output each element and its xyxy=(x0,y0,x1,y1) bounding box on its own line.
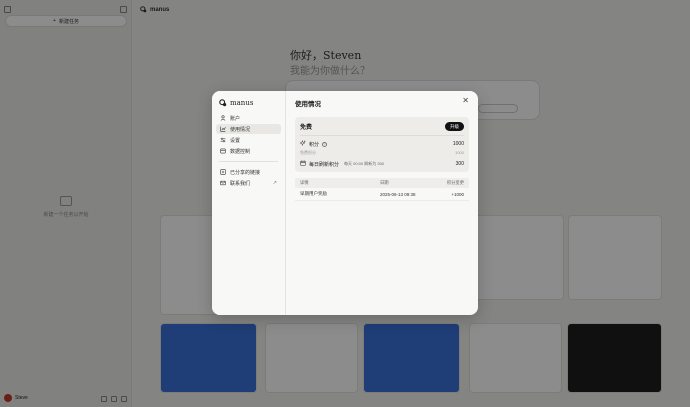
nav-item-shared-links[interactable]: 已分享的链接 xyxy=(216,167,281,177)
free-credits-value: 1000 xyxy=(455,150,464,155)
plan-divider xyxy=(300,135,464,136)
modal-nav: manus 账户 使用情况 设置 数据控制 已分享的链接 联系我们 ↗ xyxy=(212,91,286,315)
nav-label: 使用情况 xyxy=(230,126,251,133)
column-header-detail: 详情 xyxy=(300,180,309,185)
credits-row: 积分 ? 1000 xyxy=(299,139,464,148)
nav-label: 数据控制 xyxy=(230,148,251,155)
nav-item-account[interactable]: 账户 xyxy=(216,113,281,123)
chart-icon xyxy=(220,126,226,132)
external-link-icon: ↗ xyxy=(272,180,277,186)
nav-item-contact[interactable]: 联系我们 ↗ xyxy=(216,178,281,188)
credits-history-table: 详情 日期 积分变更 早期用户奖励 2025-06-13 09:38 +1000 xyxy=(295,178,469,201)
database-icon xyxy=(220,148,226,154)
column-header-date: 日期 xyxy=(380,180,389,185)
plan-card: 免费 升级 积分 ? 1000 免费积分 1000 每日刷新积分 每天 00:0… xyxy=(295,117,469,172)
calendar-icon xyxy=(300,160,306,168)
table-header: 详情 日期 积分变更 xyxy=(295,178,469,188)
plan-name: 免费 xyxy=(300,125,313,131)
close-icon[interactable]: ✕ xyxy=(462,97,469,105)
modal-brand: manus xyxy=(219,99,281,107)
manus-logo-icon xyxy=(219,99,227,107)
row-detail: 早期用户奖励 xyxy=(300,191,327,196)
nav-label: 已分享的链接 xyxy=(230,169,261,176)
credits-label: 积分 xyxy=(309,141,320,148)
usage-panel: 使用情况 ✕ 免费 升级 积分 ? 1000 免费积分 1000 每日刷新积分 … xyxy=(286,91,478,315)
nav-divider xyxy=(219,161,278,162)
credits-value: 1000 xyxy=(452,141,464,147)
nav-item-usage[interactable]: 使用情况 xyxy=(216,124,281,134)
free-credits-row: 免费积分 1000 xyxy=(300,150,464,156)
row-change: +1000 xyxy=(451,191,464,197)
link-icon xyxy=(220,169,226,175)
panel-title: 使用情况 xyxy=(295,101,321,108)
sparkle-icon xyxy=(299,139,306,148)
settings-icon xyxy=(220,137,226,143)
table-row: 早期用户奖励 2025-06-13 09:38 +1000 xyxy=(295,188,469,201)
nav-item-settings[interactable]: 设置 xyxy=(216,135,281,145)
user-icon xyxy=(220,115,226,121)
nav-label: 联系我们 xyxy=(230,180,251,187)
daily-credits-row: 每日刷新积分 每天 00:00 刷新为 300 300 xyxy=(300,160,464,168)
daily-refresh-note: 每天 00:00 刷新为 300 xyxy=(344,161,385,166)
daily-credits-value: 300 xyxy=(455,161,464,167)
daily-credits-label: 每日刷新积分 xyxy=(309,161,340,168)
column-header-change: 积分变更 xyxy=(446,180,464,185)
nav-item-data-controls[interactable]: 数据控制 xyxy=(216,146,281,156)
brand-name: manus xyxy=(230,99,254,107)
mail-icon xyxy=(220,180,226,186)
free-credits-label: 免费积分 xyxy=(300,150,316,155)
row-date: 2025-06-13 09:38 xyxy=(380,191,416,197)
upgrade-button[interactable]: 升级 xyxy=(445,122,464,131)
settings-modal: manus 账户 使用情况 设置 数据控制 已分享的链接 联系我们 ↗ 使用情况… xyxy=(212,91,478,315)
info-icon[interactable]: ? xyxy=(322,141,328,147)
nav-label: 设置 xyxy=(230,137,241,144)
nav-label: 账户 xyxy=(230,115,241,122)
